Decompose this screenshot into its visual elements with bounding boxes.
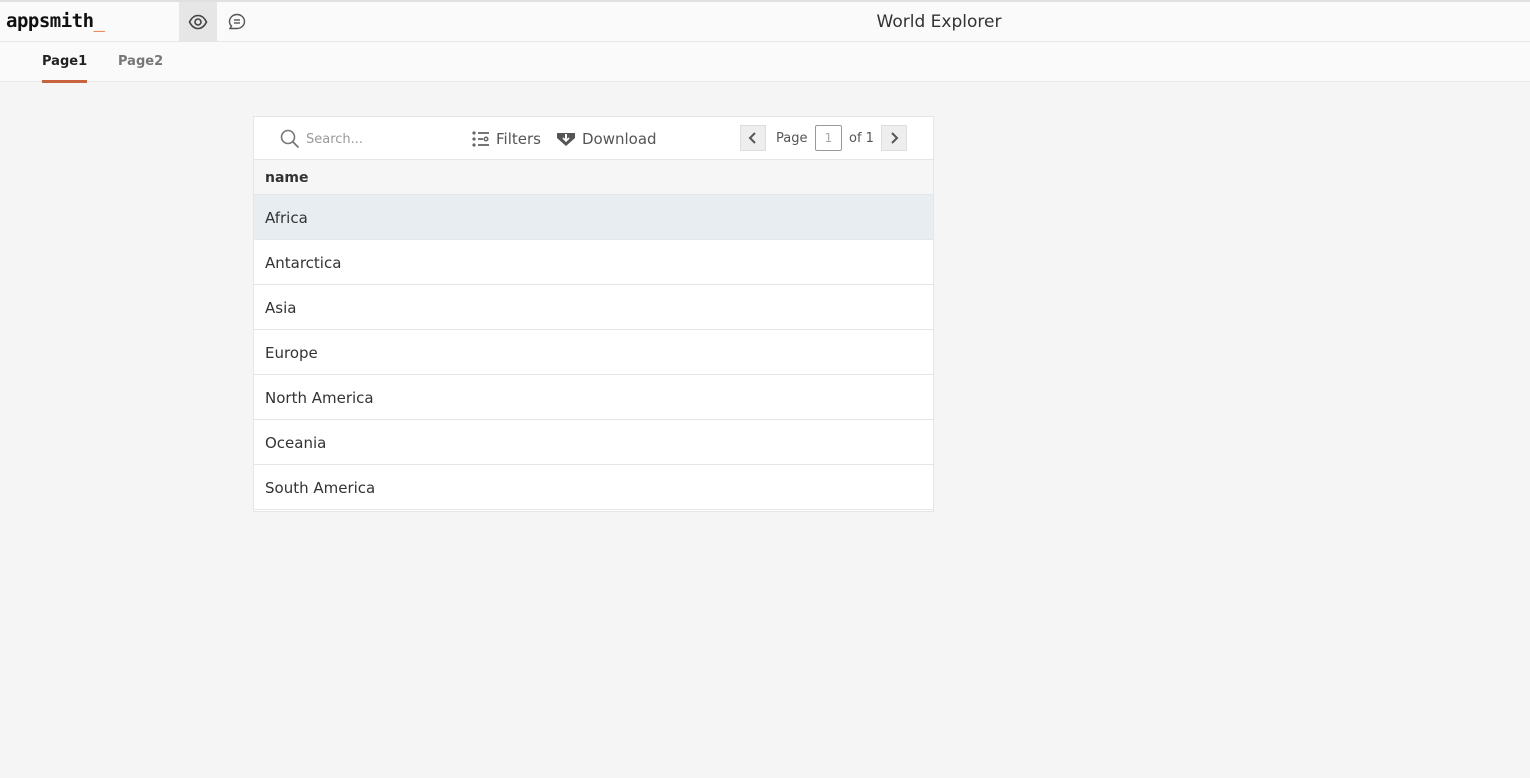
column-header-name[interactable]: name — [265, 170, 309, 186]
download-icon — [557, 133, 575, 146]
search-icon — [280, 129, 300, 149]
next-page-button[interactable] — [881, 125, 907, 151]
page-tabs: Page1 Page2 — [0, 42, 1530, 83]
table-cell: Europe — [265, 344, 318, 362]
search-input[interactable]: Search... — [280, 129, 363, 149]
search-placeholder: Search... — [306, 131, 364, 147]
table-widget: Search... Filters Download Page 1 of 1 n… — [253, 116, 934, 512]
table-cell: Antarctica — [265, 254, 342, 272]
app-header: appsmith_ World Explorer — [0, 0, 1530, 42]
table-cell: Africa — [265, 209, 308, 227]
page-number-input[interactable]: 1 — [815, 125, 842, 151]
table-row[interactable]: Antarctica — [254, 240, 933, 285]
download-button[interactable]: Download — [556, 130, 657, 148]
table-toolbar: Search... Filters Download Page 1 of 1 — [254, 117, 933, 159]
filter-icon — [472, 131, 489, 147]
table-row[interactable]: Asia — [254, 285, 933, 330]
chevron-left-icon — [748, 132, 756, 144]
previous-page-button[interactable] — [740, 125, 766, 151]
tab-page1[interactable]: Page1 — [42, 54, 88, 83]
page-total-label: of 1 — [849, 131, 874, 146]
table-row[interactable]: Europe — [254, 330, 933, 375]
page-label: Page — [776, 131, 808, 146]
table-cell: North America — [265, 389, 374, 407]
table-cell: Oceania — [265, 434, 327, 452]
table-row[interactable]: Africa — [254, 195, 933, 240]
table-cell: South America — [265, 479, 376, 497]
table-cell: Asia — [265, 299, 297, 317]
download-label: Download — [582, 130, 657, 148]
chevron-right-icon — [891, 132, 899, 144]
app-title: World Explorer — [876, 12, 1002, 32]
table-header-row: name — [254, 159, 933, 195]
table-row[interactable]: North America — [254, 375, 933, 420]
tab-page2[interactable]: Page2 — [118, 54, 163, 80]
filters-button[interactable]: Filters — [472, 130, 541, 148]
table-row[interactable]: South America — [254, 465, 933, 510]
table-row[interactable]: Oceania — [254, 420, 933, 465]
filters-label: Filters — [496, 130, 541, 148]
